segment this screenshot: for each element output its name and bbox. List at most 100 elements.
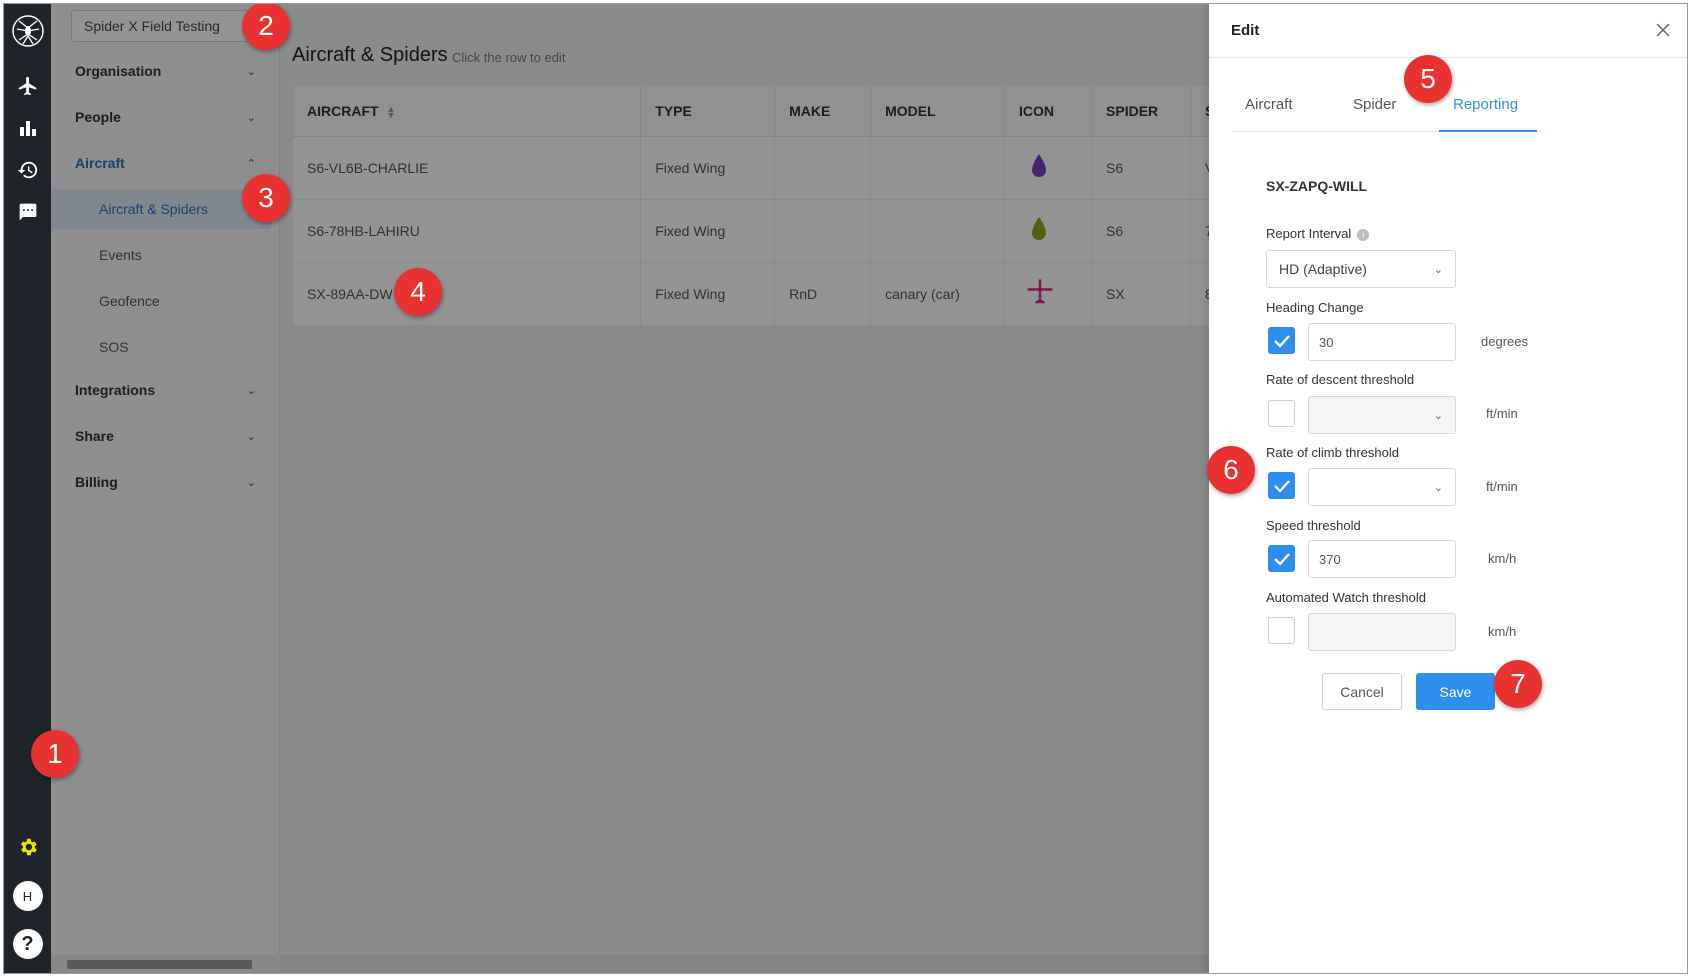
nav-sub-events[interactable]: Events xyxy=(51,235,271,275)
drawer-header: Edit xyxy=(1209,4,1687,58)
workspace-selector[interactable]: Spider X Field Testing ⌄ xyxy=(71,10,271,42)
table-row[interactable]: S6-VL6B-CHARLIE Fixed Wing S6 VL6B xyxy=(293,136,1294,200)
tab-aircraft[interactable]: Aircraft xyxy=(1245,96,1293,113)
checkmark-icon xyxy=(1273,552,1290,566)
descent-threshold-label: Rate of descent threshold xyxy=(1266,372,1415,387)
climb-threshold-checkbox[interactable] xyxy=(1268,472,1295,499)
watch-threshold-unit: km/h xyxy=(1488,624,1517,639)
history-icon[interactable] xyxy=(4,150,51,190)
nav-sub-aircraft-spiders[interactable]: Aircraft & Spiders xyxy=(51,189,271,229)
heading-change-input[interactable]: 30 xyxy=(1308,323,1456,361)
heading-change-unit: degrees xyxy=(1481,334,1528,349)
table-header-row: AIRCRAFT▲▼ TYPE MAKE MODEL ICON SPIDER S… xyxy=(293,86,1294,137)
nav-label: People xyxy=(75,109,121,125)
sort-icon[interactable]: ▲ ▼ xyxy=(387,105,396,120)
cell-make: RnD xyxy=(774,262,872,326)
callout-badge-6: 6 xyxy=(1207,446,1255,494)
nav-people[interactable]: People ⌄ xyxy=(51,95,280,139)
speed-threshold-input[interactable]: 370 xyxy=(1308,540,1456,578)
speed-threshold-label: Speed threshold xyxy=(1266,518,1361,533)
edit-drawer: Edit Aircraft Spider Reporting SX-ZAPQ-W… xyxy=(1209,4,1687,973)
column-header-model: MODEL xyxy=(870,86,1006,137)
airplane-icon[interactable] xyxy=(4,66,51,106)
heading-change-checkbox[interactable] xyxy=(1268,327,1295,354)
column-header-make: MAKE xyxy=(774,86,872,137)
nav-label: Billing xyxy=(75,474,118,490)
aircraft-table: AIRCRAFT ▲ ▼ TYPE MAKE MODEL ICON SPIDER S… xyxy=(293,86,1294,326)
callout-badge-1: 1 xyxy=(31,730,79,778)
descent-threshold-checkbox[interactable] xyxy=(1268,400,1295,427)
active-tab-indicator xyxy=(1439,130,1537,132)
cell-spider: S6 xyxy=(1091,136,1191,200)
cell-model: canary (car) xyxy=(870,262,1006,326)
cell-icon xyxy=(1004,199,1093,263)
watch-threshold-label: Automated Watch threshold xyxy=(1266,590,1426,605)
cell-spider: S6 xyxy=(1091,199,1191,263)
tab-reporting[interactable]: Reporting xyxy=(1453,96,1518,113)
cell-aircraft: SX-89AA-DW xyxy=(293,262,642,326)
aircraft-id: SX-ZAPQ-WILL xyxy=(1266,178,1368,194)
speed-threshold-checkbox[interactable] xyxy=(1268,545,1295,572)
climb-threshold-label: Rate of climb threshold xyxy=(1266,445,1399,460)
watch-threshold-input[interactable] xyxy=(1308,613,1456,651)
drawer-title: Edit xyxy=(1231,22,1260,39)
report-interval-label: Report Interval i xyxy=(1266,226,1370,241)
label-text: Report Interval xyxy=(1266,226,1352,241)
cell-icon xyxy=(1004,262,1093,326)
heading-change-label: Heading Change xyxy=(1266,300,1364,315)
callout-badge-4: 4 xyxy=(394,268,442,316)
nav-billing[interactable]: Billing ⌄ xyxy=(51,460,280,504)
cell-model xyxy=(870,136,1006,200)
cell-type: Fixed Wing xyxy=(640,199,776,263)
checkmark-icon xyxy=(1273,479,1290,493)
column-header-icon: ICON xyxy=(1004,86,1093,137)
chat-icon[interactable] xyxy=(4,192,51,232)
chevron-down-icon: ⌄ xyxy=(246,430,256,443)
descent-threshold-unit: ft/min xyxy=(1486,406,1518,421)
info-icon[interactable]: i xyxy=(1357,228,1370,241)
horizontal-scrollbar[interactable] xyxy=(51,955,280,973)
cell-spider: SX xyxy=(1091,262,1191,326)
cell-icon xyxy=(1004,136,1093,200)
cell-make xyxy=(774,136,872,200)
nav-organisation[interactable]: Organisation ⌄ xyxy=(51,49,280,93)
callout-badge-7: 7 xyxy=(1494,660,1542,708)
nav-sub-geofence[interactable]: Geofence xyxy=(51,281,271,321)
scrollbar-thumb[interactable] xyxy=(67,960,252,969)
column-header-aircraft[interactable]: AIRCRAFT ▲ ▼ xyxy=(293,86,642,137)
descent-threshold-select[interactable]: ⌄ xyxy=(1308,396,1456,434)
save-button[interactable]: Save xyxy=(1416,673,1495,710)
workspace-name: Spider X Field Testing xyxy=(84,18,220,34)
nav-label: Organisation xyxy=(75,63,162,79)
horizontal-scrollbar[interactable] xyxy=(280,955,1290,973)
purple-drop-icon xyxy=(1032,154,1047,177)
chevron-down-icon: ⌄ xyxy=(246,65,256,78)
cell-model xyxy=(870,199,1006,263)
report-interval-select[interactable]: HD (Adaptive) ⌄ xyxy=(1266,250,1456,288)
main-content: Aircraft & Spiders Click the row to edit… xyxy=(280,4,1294,973)
climb-threshold-select[interactable]: ⌄ xyxy=(1308,468,1456,506)
tab-spider[interactable]: Spider xyxy=(1353,96,1396,113)
nav-integrations[interactable]: Integrations ⌄ xyxy=(51,368,280,412)
cancel-button[interactable]: Cancel xyxy=(1322,673,1402,710)
spider-logo-icon[interactable] xyxy=(4,8,51,54)
close-icon xyxy=(1656,23,1670,37)
nav-share[interactable]: Share ⌄ xyxy=(51,414,280,458)
nav-label: Aircraft xyxy=(75,155,125,171)
gear-icon[interactable] xyxy=(4,827,51,867)
user-avatar[interactable]: H xyxy=(4,876,51,916)
chevron-down-icon: ⌄ xyxy=(246,111,256,124)
table-row[interactable]: SX-89AA-DW Fixed Wing RnD canary (car) S… xyxy=(293,262,1294,326)
table-row[interactable]: S6-78HB-LAHIRU Fixed Wing S6 78HB xyxy=(293,199,1294,263)
bar-chart-icon[interactable] xyxy=(4,108,51,148)
chevron-down-icon: ⌄ xyxy=(1433,263,1443,276)
chevron-up-icon: ⌃ xyxy=(246,157,256,170)
callout-badge-5: 5 xyxy=(1404,55,1452,103)
nav-aircraft[interactable]: Aircraft ⌃ xyxy=(51,141,280,185)
help-button[interactable]: ? xyxy=(4,924,51,964)
watch-threshold-checkbox[interactable] xyxy=(1268,617,1295,644)
close-button[interactable] xyxy=(1651,18,1675,42)
chevron-down-icon: ⌄ xyxy=(246,384,256,397)
nav-sub-sos[interactable]: SOS xyxy=(51,327,271,367)
help-icon: ? xyxy=(12,929,43,959)
